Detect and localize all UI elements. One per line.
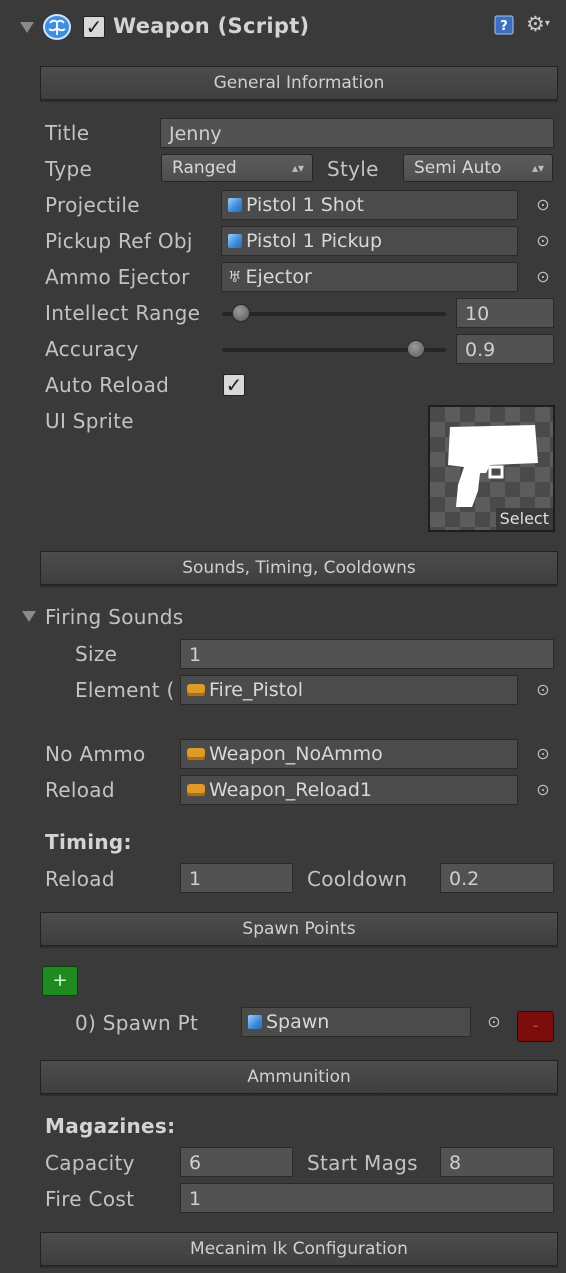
ejector-label: Ammo Ejector xyxy=(45,265,190,289)
intellect-range-slider[interactable] xyxy=(222,312,446,316)
intellect-range-slider-thumb[interactable] xyxy=(232,304,251,322)
ejector-value: Ejector xyxy=(245,266,312,288)
timing-reload-label: Reload xyxy=(45,867,115,891)
object-picker-icon[interactable]: ⊙ xyxy=(535,782,551,798)
title-label: Title xyxy=(45,121,90,145)
cooldown-label: Cooldown xyxy=(307,867,408,891)
object-picker-icon[interactable]: ⊙ xyxy=(486,1014,502,1030)
element-audio-field[interactable]: Fire_Pistol xyxy=(180,675,518,705)
pistol-sprite-icon xyxy=(448,425,538,507)
element-label: Element ( xyxy=(75,678,175,702)
type-value: Ranged xyxy=(172,158,237,178)
help-book-icon[interactable]: ? xyxy=(494,15,514,35)
remove-spawn-point-button[interactable]: - xyxy=(517,1011,554,1042)
intellect-range-input[interactable]: 10 xyxy=(456,298,554,328)
accuracy-input[interactable]: 0.9 xyxy=(456,334,554,364)
cooldown-input[interactable]: 0.2 xyxy=(440,863,554,893)
pickup-label: Pickup Ref Obj xyxy=(45,229,193,253)
ui-sprite-field[interactable]: Select xyxy=(428,405,555,532)
title-input[interactable]: Jenny xyxy=(160,118,554,148)
firing-sounds-label[interactable]: Firing Sounds xyxy=(45,605,183,629)
section-spawn-points[interactable]: Spawn Points xyxy=(40,912,558,946)
object-picker-icon[interactable]: ⊙ xyxy=(535,682,551,698)
object-picker-icon[interactable]: ⊙ xyxy=(535,233,551,249)
section-mecanim-ik-configuration[interactable]: Mecanim Ik Configuration xyxy=(40,1232,558,1266)
auto-reload-checkbox[interactable]: ✓ xyxy=(223,374,245,396)
style-dropdown[interactable]: Semi Auto ▴▾ xyxy=(403,154,553,182)
auto-reload-label: Auto Reload xyxy=(45,373,170,397)
timing-heading: Timing: xyxy=(45,830,132,854)
intellect-range-label: Intellect Range xyxy=(45,301,201,325)
prefab-cube-icon xyxy=(228,198,242,212)
add-spawn-point-button[interactable]: + xyxy=(42,966,78,996)
projectile-object-field[interactable]: Pistol 1 Shot xyxy=(221,190,518,220)
size-label: Size xyxy=(75,642,118,666)
section-general-information[interactable]: General Information xyxy=(40,66,558,100)
type-label: Type xyxy=(45,157,93,181)
firing-sounds-foldout-arrow[interactable] xyxy=(22,611,36,622)
capacity-label: Capacity xyxy=(45,1151,135,1175)
start-mags-input[interactable]: 8 xyxy=(440,1147,554,1177)
projectile-label: Projectile xyxy=(45,193,140,217)
component-title: Weapon (Script) xyxy=(113,14,310,38)
audio-clip-icon xyxy=(187,684,205,696)
prefab-cube-icon xyxy=(228,234,242,248)
timing-reload-input[interactable]: 1 xyxy=(180,863,293,893)
gear-icon[interactable]: ⚙▾ xyxy=(526,12,554,36)
section-ammunition[interactable]: Ammunition xyxy=(40,1060,558,1094)
style-label: Style xyxy=(327,157,379,181)
dropdown-arrows-icon: ▴▾ xyxy=(291,161,304,175)
type-dropdown[interactable]: Ranged ▴▾ xyxy=(161,154,313,182)
pickup-object-field[interactable]: Pistol 1 Pickup xyxy=(221,226,518,256)
object-picker-icon[interactable]: ⊙ xyxy=(535,269,551,285)
accuracy-label: Accuracy xyxy=(45,337,139,361)
spawn-point-value: Spawn xyxy=(266,1011,330,1033)
dropdown-arrows-icon: ▴▾ xyxy=(531,161,544,175)
fire-cost-label: Fire Cost xyxy=(45,1187,135,1211)
audio-clip-icon xyxy=(187,784,205,796)
magazines-heading: Magazines: xyxy=(45,1114,176,1138)
no-ammo-audio-field[interactable]: Weapon_NoAmmo xyxy=(180,739,518,769)
no-ammo-label: No Ammo xyxy=(45,742,146,766)
capacity-input[interactable]: 6 xyxy=(180,1147,293,1177)
size-input[interactable]: 1 xyxy=(180,639,554,669)
pickup-value: Pistol 1 Pickup xyxy=(246,230,383,252)
reload-sound-label: Reload xyxy=(45,778,115,802)
audio-clip-icon xyxy=(187,748,205,760)
object-picker-icon[interactable]: ⊙ xyxy=(535,746,551,762)
ejector-object-field[interactable]: ♅ Ejector xyxy=(221,262,518,292)
element-value: Fire_Pistol xyxy=(209,679,303,701)
spawn-point-object-field[interactable]: Spawn xyxy=(241,1007,471,1037)
accuracy-slider-thumb[interactable] xyxy=(407,340,426,358)
script-brain-icon xyxy=(42,13,72,41)
style-value: Semi Auto xyxy=(414,158,502,178)
component-foldout-arrow[interactable] xyxy=(20,22,34,33)
particle-system-icon: ♅ xyxy=(228,268,242,286)
reload-audio-field[interactable]: Weapon_Reload1 xyxy=(180,775,518,805)
component-enabled-checkbox[interactable]: ✓ xyxy=(83,16,105,38)
no-ammo-value: Weapon_NoAmmo xyxy=(209,743,383,765)
prefab-cube-icon xyxy=(248,1015,262,1029)
fire-cost-input[interactable]: 1 xyxy=(180,1183,554,1213)
section-sounds-timing-cooldowns[interactable]: Sounds, Timing, Cooldowns xyxy=(40,551,558,585)
ui-sprite-label: UI Sprite xyxy=(45,409,134,433)
reload-sound-value: Weapon_Reload1 xyxy=(209,779,372,801)
sprite-select-button[interactable]: Select xyxy=(495,508,553,530)
projectile-value: Pistol 1 Shot xyxy=(246,194,364,216)
object-picker-icon[interactable]: ⊙ xyxy=(535,197,551,213)
start-mags-label: Start Mags xyxy=(307,1151,418,1175)
svg-text:?: ? xyxy=(500,19,508,34)
spawn-point-label: 0) Spawn Pt xyxy=(75,1011,199,1035)
